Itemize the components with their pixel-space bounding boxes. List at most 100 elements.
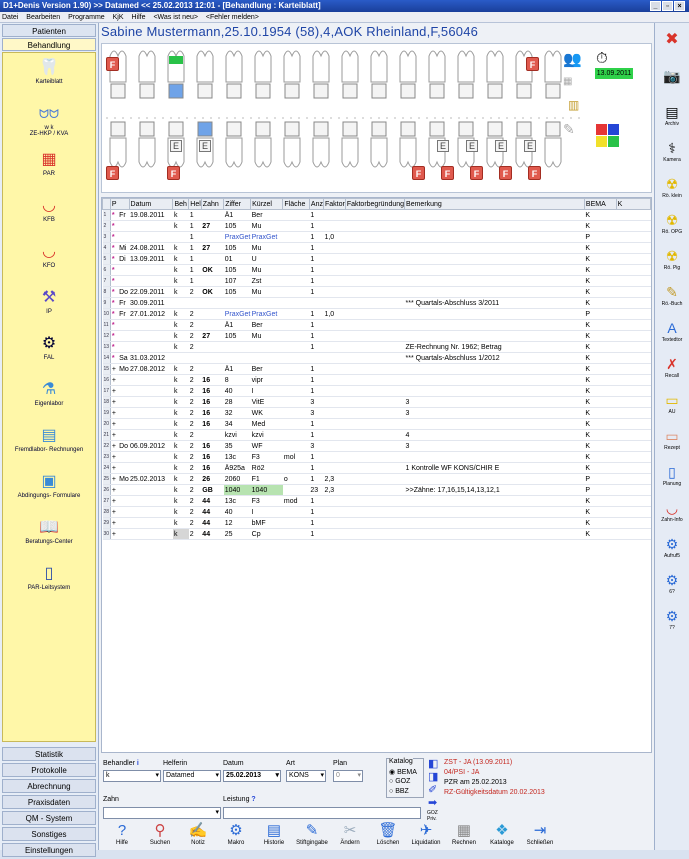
sidebar-item-kfo[interactable]: ◡ KFO [3,241,95,283]
roentgen-klein-button[interactable]: ☢ Rö. klein [655,175,689,209]
column-header[interactable] [102,198,111,210]
table-row[interactable]: 3 * 1 PraxGet PraxGet 1 1,0 P [102,231,651,243]
edit-catalog-icon[interactable]: ✐ [428,784,438,797]
tooth-lower[interactable] [254,121,272,168]
table-row[interactable]: 20 + k 2 16 34 Med 1 K [102,418,651,430]
tooth-upper[interactable] [486,50,504,99]
table-row[interactable]: 11 * k 2 Ä1 Ber 1 K [102,319,651,331]
rechnen-button[interactable]: ▦ Rechnen [445,822,483,846]
table-row[interactable]: 2 * k 1 27 105 Mu 1 K [102,220,651,232]
table-row[interactable]: 18 + k 2 16 28 VitE 3 3 K [102,396,651,408]
filling-badge[interactable]: F [167,166,180,180]
suchen-button[interactable]: ⚲ Suchen [141,822,179,846]
tooth-upper[interactable] [283,50,301,99]
filling-badge[interactable]: F [526,57,539,71]
tooth-lower[interactable] [544,121,562,168]
archiv-button[interactable]: ▤ Archiv [655,103,689,137]
roentgen-buch-button[interactable]: ✎ Rö.-Buch [655,283,689,317]
kataloge-button[interactable]: ❖ Kataloge [483,822,521,846]
filling-badge[interactable]: F [106,57,119,71]
tab-patienten[interactable]: Patienten [2,24,96,37]
tooth-lower[interactable] [341,121,359,168]
tooth-lower[interactable] [370,121,388,168]
tab-sonstiges[interactable]: Sonstiges [2,827,96,841]
color-palette-icon[interactable] [596,124,620,148]
table-row[interactable]: 10 * Fr 27.01.2012 k 2 PraxGet PraxGet 1 1,0 P [102,308,651,320]
extraction-marker[interactable]: E [170,140,182,152]
column-header[interactable]: Faktorbegründung [344,198,406,210]
zahn-select[interactable] [103,807,221,819]
sidebar-item-abdingungs[interactable]: ▣ Abdingungs- Formulare [3,471,95,513]
tooth-lower[interactable] [399,121,417,168]
menu-datei[interactable]: Datei [2,14,18,21]
tooth-upper[interactable] [254,50,272,99]
column-header[interactable]: Kürzel [250,198,284,210]
tooth-upper[interactable] [312,50,330,99]
patient-symbol-icon[interactable]: 👥 [563,50,582,68]
katalog-option-bbz[interactable]: ○ BBZ [389,788,409,795]
filling-badge[interactable]: F [470,166,483,180]
filling-badge[interactable]: F [499,166,512,180]
behandler-select[interactable]: k [103,770,161,782]
table-row[interactable]: 17 + k 2 16 40 I 1 K [102,385,651,397]
tooth-upper[interactable] [196,50,214,99]
column-header[interactable]: Beh [172,198,190,210]
tab-behandlung[interactable]: Behandlung [2,38,96,51]
tooth-upper[interactable] [457,50,475,99]
table-row[interactable]: 6 * k 1 OK 105 Mu 1 K [102,264,651,276]
table-row[interactable]: 19 + k 2 16 32 WK 3 3 K [102,407,651,419]
column-header[interactable]: Faktor [322,198,346,210]
aufruf5-button[interactable]: ⚙ Aufruf5 [655,535,689,569]
liquidation-button[interactable]: ✈ Liquidation [407,822,445,846]
notiz-button[interactable]: ✍ Notiz [179,822,217,846]
roentgen-pig-button[interactable]: ☢ Rö. Pig [655,247,689,281]
table-row[interactable]: 29 + k 2 44 12 bMF 1 K [102,517,651,529]
maximize-button[interactable]: ▫ [662,1,673,11]
filling-badge[interactable]: F [528,166,541,180]
extraction-marker[interactable]: E [199,140,211,152]
table-row[interactable]: 9 * Fr 30.09.2011 *** Quartals-Abschluss 3/2… [102,297,651,309]
historie-button[interactable]: ▤ Historie [255,822,293,846]
column-header[interactable]: Hel [188,198,202,210]
tab-protokolle[interactable]: Protokolle [2,763,96,777]
table-row[interactable]: 8 * Do 22.09.2011 k 2 OK 105 Mu 1 K [102,286,651,298]
bar-icon[interactable]: ▥ [568,98,579,112]
column-header[interactable]: Anz [308,198,324,210]
tab-abrechnung[interactable]: Abrechnung [2,779,96,793]
menu-hilfe[interactable]: Hilfe [132,14,146,21]
filling-badge[interactable]: F [106,166,119,180]
sidebar-item-ze-hkp[interactable]: ᗢᗢ w k ZE-HKP / KVA [3,103,95,145]
katalog-option-goz[interactable]: ○ GOZ [389,778,410,785]
sidebar-item-karteiblatt[interactable]: 🦷 Karteiblatt [3,57,95,99]
art-select[interactable]: KONS [286,770,326,782]
sidebar-item-par[interactable]: ▦ PAR [3,149,95,191]
table-row[interactable]: 13 * k 2 1 ZE-Rechnung Nr. 1962; Betrag K [102,341,651,353]
tooth-lower[interactable] [283,121,301,168]
column-header[interactable]: Bemerkung [404,198,585,210]
menu-bearbeiten[interactable]: Bearbeiten [26,14,60,21]
stifteingabe-button[interactable]: ✎ Stiftgingabe [293,822,331,846]
tab-qm-system[interactable]: QM - System [2,811,96,825]
tooth-upper[interactable] [225,50,243,99]
filling-badge[interactable]: F [441,166,454,180]
pencil-icon[interactable]: ✎ [563,121,575,138]
column-header[interactable]: Ziffer [223,198,252,210]
column-header[interactable]: BEMA [583,198,617,210]
tooth-lower[interactable] [138,121,156,168]
sidebar-item-beratungs-center[interactable]: 📖 Beratungs-Center [3,517,95,559]
recall-button[interactable]: ✗ Recall [655,355,689,389]
planung-button[interactable]: ▯ Planung [655,463,689,497]
tab-einstellungen[interactable]: Einstellungen [2,843,96,857]
sidebar-item-eigenlabor[interactable]: ⚗ Eigenlabor [3,379,95,421]
column-header[interactable]: Zahn [200,198,225,210]
close-patient-button[interactable]: ✖ [655,31,689,65]
close-window-button[interactable]: × [674,1,685,11]
aendern-button[interactable]: ✂ Ändern [331,822,369,846]
sidebar-item-kfb[interactable]: ◡ KFB [3,195,95,237]
tooth-upper[interactable] [399,50,417,99]
tab-statistik[interactable]: Statistik [2,747,96,761]
minimize-button[interactable]: _ [650,1,661,11]
extraction-marker[interactable]: E [437,140,449,152]
roentgen-opg-button[interactable]: ☢ Rö. OPG [655,211,689,245]
table-row[interactable]: 12 * k 2 27 105 Mu 1 K [102,330,651,342]
